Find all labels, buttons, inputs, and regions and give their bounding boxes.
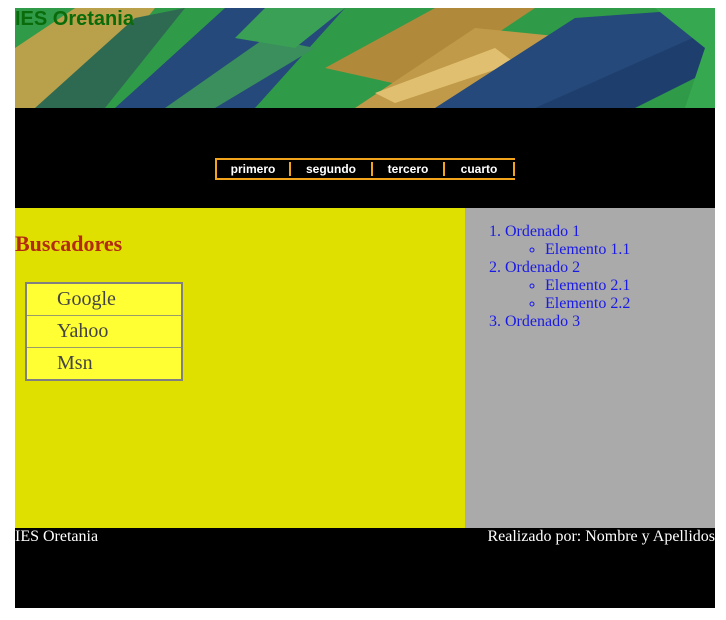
menu-item-primero[interactable]: primero [217, 162, 291, 176]
menu-item-cuarto[interactable]: cuarto [445, 162, 515, 176]
header-banner: IES Oretania [15, 8, 715, 108]
nested-list: Elemento 1.1 [505, 241, 630, 259]
section-title: Buscadores [15, 231, 123, 256]
list-item: Ordenado 1 Elemento 1.1 [505, 223, 630, 259]
search-engine-google[interactable]: Google [27, 284, 181, 316]
nested-item-label[interactable]: Elemento 1.1 [545, 241, 630, 258]
footer: IES Oretania Realizado por: Nombre y Ape… [15, 528, 715, 608]
list-item: Ordenado 2 Elemento 2.1 Elemento 2.2 [505, 259, 630, 313]
search-engine-yahoo[interactable]: Yahoo [27, 316, 181, 348]
nested-list: Elemento 2.1 Elemento 2.2 [505, 277, 630, 313]
nested-list-item: Elemento 2.1 [545, 277, 630, 295]
nested-item-label[interactable]: Elemento 2.1 [545, 277, 630, 294]
nested-list-item: Elemento 2.2 [545, 295, 630, 313]
list-item-label[interactable]: Ordenado 1 [505, 223, 580, 240]
main-menu: primero segundo tercero cuarto [215, 158, 515, 180]
search-engine-msn[interactable]: Msn [27, 348, 181, 379]
navigation-bar: primero segundo tercero cuarto [15, 108, 715, 208]
nested-item-label[interactable]: Elemento 2.2 [545, 295, 630, 312]
site-title: IES Oretania [15, 8, 134, 30]
footer-credits: Realizado por: Nombre y Apellidos [487, 528, 715, 545]
menu-item-tercero[interactable]: tercero [373, 162, 445, 176]
main-content: Buscadores Google Yahoo Msn [15, 208, 465, 528]
list-item-label[interactable]: Ordenado 2 [505, 259, 580, 276]
sidebar: Ordenado 1 Elemento 1.1 Ordenado 2 Eleme… [465, 208, 715, 528]
search-engine-list: Google Yahoo Msn [25, 282, 183, 381]
ordered-list: Ordenado 1 Elemento 1.1 Ordenado 2 Eleme… [465, 223, 630, 331]
page: IES Oretania primero segundo tercero cua… [15, 8, 715, 608]
nested-list-item: Elemento 1.1 [545, 241, 630, 259]
list-item-label[interactable]: Ordenado 3 [505, 313, 580, 330]
menu-item-segundo[interactable]: segundo [291, 162, 373, 176]
footer-site-name: IES Oretania [15, 528, 99, 545]
list-item: Ordenado 3 [505, 313, 630, 331]
